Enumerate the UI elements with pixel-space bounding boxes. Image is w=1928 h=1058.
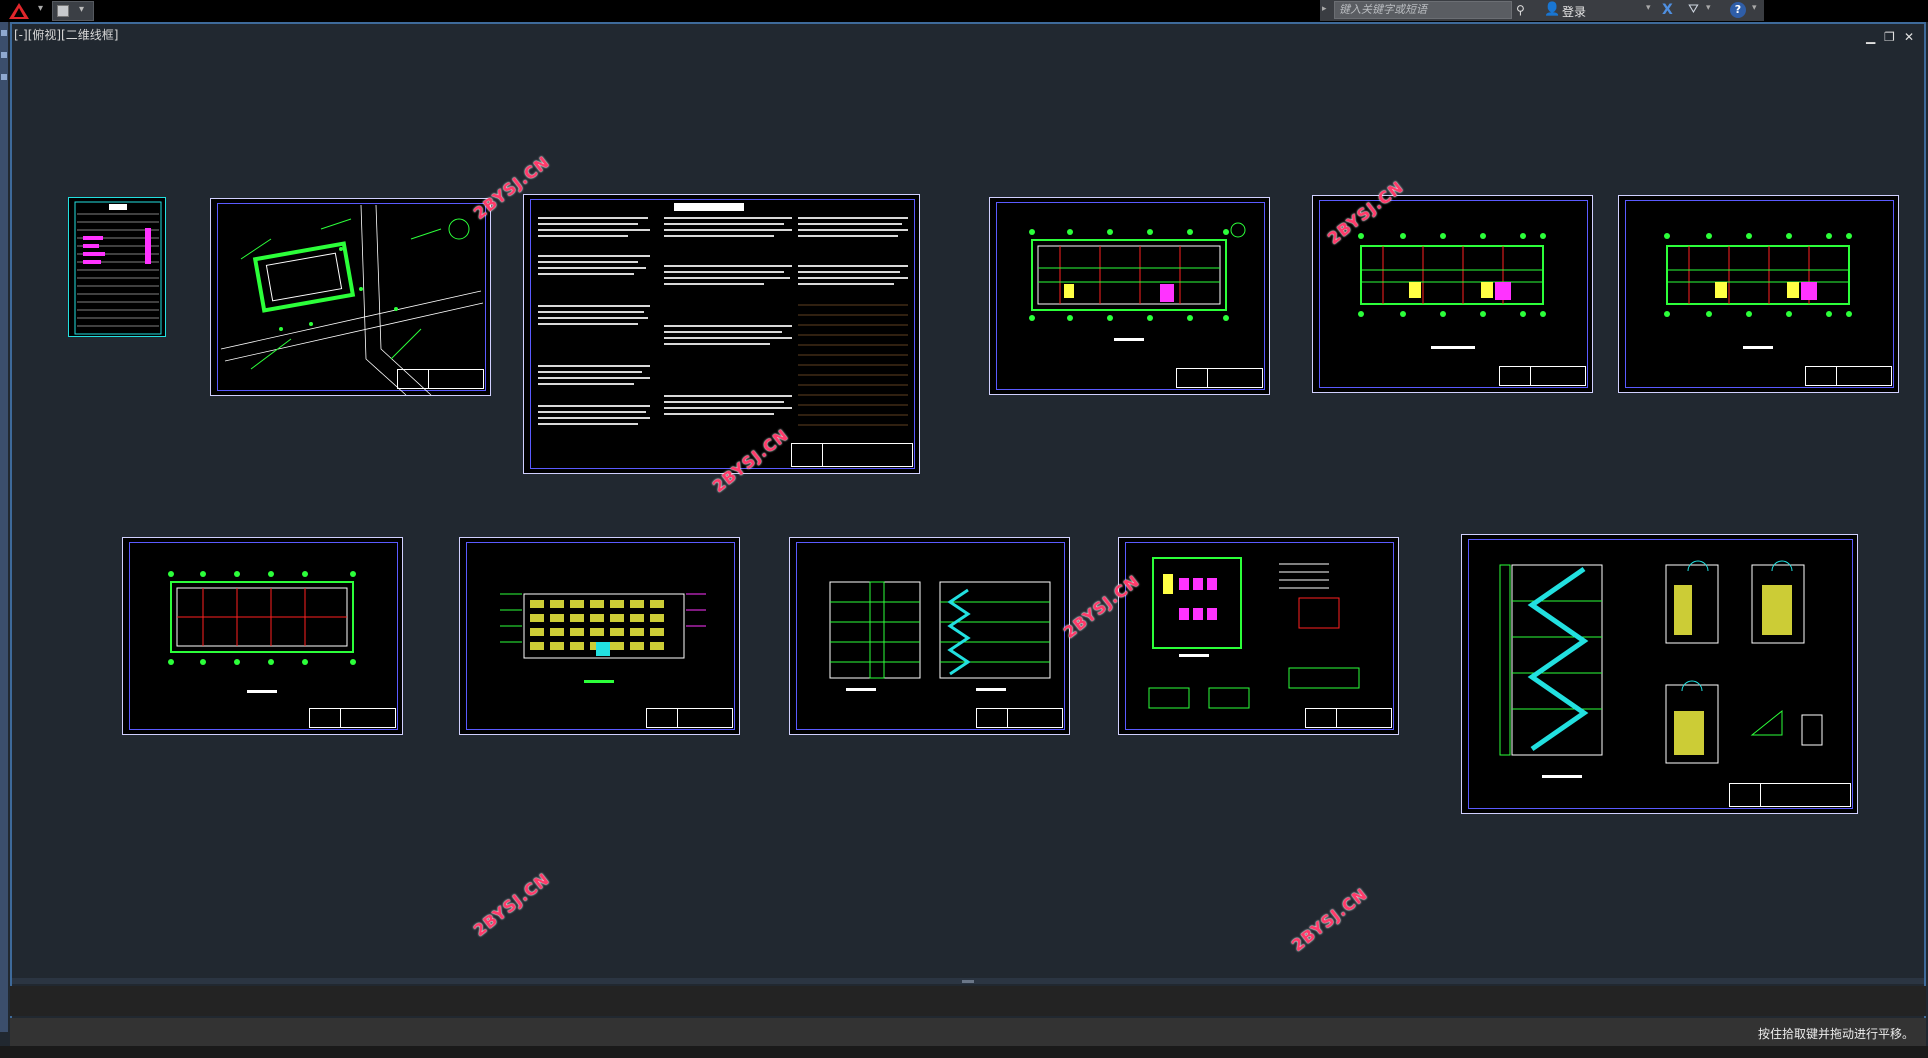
- login-button[interactable]: 登录: [1562, 3, 1586, 20]
- application-menu-button[interactable]: ▾: [6, 1, 46, 21]
- status-message: 按住拾取键并拖动进行平移。: [1757, 1027, 1914, 1041]
- drawing-sheet-toilet-detail[interactable]: [1118, 537, 1399, 735]
- chevron-down-icon[interactable]: ▾: [1752, 3, 1757, 13]
- autocad-logo-icon: [9, 3, 29, 19]
- drawing-sheet-floor-plan-3[interactable]: [1618, 195, 1899, 393]
- minimize-icon[interactable]: ▁: [1866, 30, 1875, 44]
- title-block: [309, 708, 396, 728]
- close-icon[interactable]: ✕: [1904, 30, 1914, 44]
- quick-access-toolbar[interactable]: ▾: [52, 1, 94, 21]
- status-bar: [10, 1018, 1926, 1046]
- floor-plan-graphic: [1029, 222, 1246, 341]
- title-block: [1805, 366, 1892, 386]
- autodesk-360-icon[interactable]: ⛛: [1688, 2, 1699, 17]
- title-block: [1729, 783, 1851, 807]
- exchange-apps-icon[interactable]: X: [1662, 2, 1673, 18]
- drawing-sheet-design-notes[interactable]: [523, 194, 920, 474]
- roof-plan-graphic: [168, 571, 356, 693]
- drawing-sheet-site-plan[interactable]: [210, 198, 491, 396]
- drawing-sheet-index[interactable]: [68, 197, 166, 337]
- title-block: [976, 708, 1063, 728]
- scrollbar-thumb[interactable]: [962, 980, 974, 983]
- viewport-controls-label[interactable]: [-][俯视][二维线框]: [14, 26, 118, 43]
- chevron-down-icon[interactable]: ▾: [79, 4, 84, 15]
- title-block: [1305, 708, 1392, 728]
- user-icon: 👤: [1544, 2, 1561, 17]
- binoculars-search-icon[interactable]: ⚲: [1516, 3, 1525, 17]
- collapse-arrow-icon[interactable]: ▸: [1322, 4, 1330, 16]
- search-input[interactable]: 键入关键字或短语: [1334, 1, 1512, 19]
- palette-tick: [1, 74, 7, 80]
- drawing-sheet-roof-plan[interactable]: [122, 537, 403, 735]
- palette-tick: [1, 30, 7, 36]
- title-block: [791, 443, 913, 467]
- chevron-down-icon[interactable]: ▾: [1706, 3, 1711, 13]
- elevation-graphic: [500, 593, 706, 683]
- toilet-detail-graphic: [1148, 557, 1360, 709]
- save-icon[interactable]: [57, 5, 69, 17]
- title-block: [397, 369, 484, 389]
- drawing-viewport[interactable]: [10, 22, 1926, 1022]
- drawing-sheet-elevation[interactable]: [459, 537, 740, 735]
- left-palette-edge[interactable]: [0, 22, 8, 1032]
- chevron-down-icon: ▾: [38, 3, 44, 14]
- bottom-edge: [0, 1046, 1928, 1058]
- index-table-graphic: [74, 201, 162, 335]
- title-block: [646, 708, 733, 728]
- chevron-down-icon[interactable]: ▾: [1646, 3, 1651, 13]
- drawing-sheet-section[interactable]: [789, 537, 1070, 735]
- command-line-area[interactable]: [10, 986, 1926, 1016]
- floor-plan-graphic: [1664, 233, 1852, 349]
- drawing-sheet-floor-plan-1[interactable]: [989, 197, 1270, 395]
- title-block: [1176, 368, 1263, 388]
- drawing-sheet-stair-detail[interactable]: [1461, 534, 1858, 814]
- section-graphic: [829, 581, 1051, 691]
- design-notes-text-graphic: [538, 203, 908, 426]
- restore-icon[interactable]: ❐: [1884, 30, 1895, 44]
- stair-detail-graphic: [1499, 560, 1823, 778]
- help-icon[interactable]: ?: [1730, 2, 1746, 18]
- title-block: [1499, 366, 1586, 386]
- palette-tick: [1, 52, 7, 58]
- site-plan-graphic: [220, 204, 484, 396]
